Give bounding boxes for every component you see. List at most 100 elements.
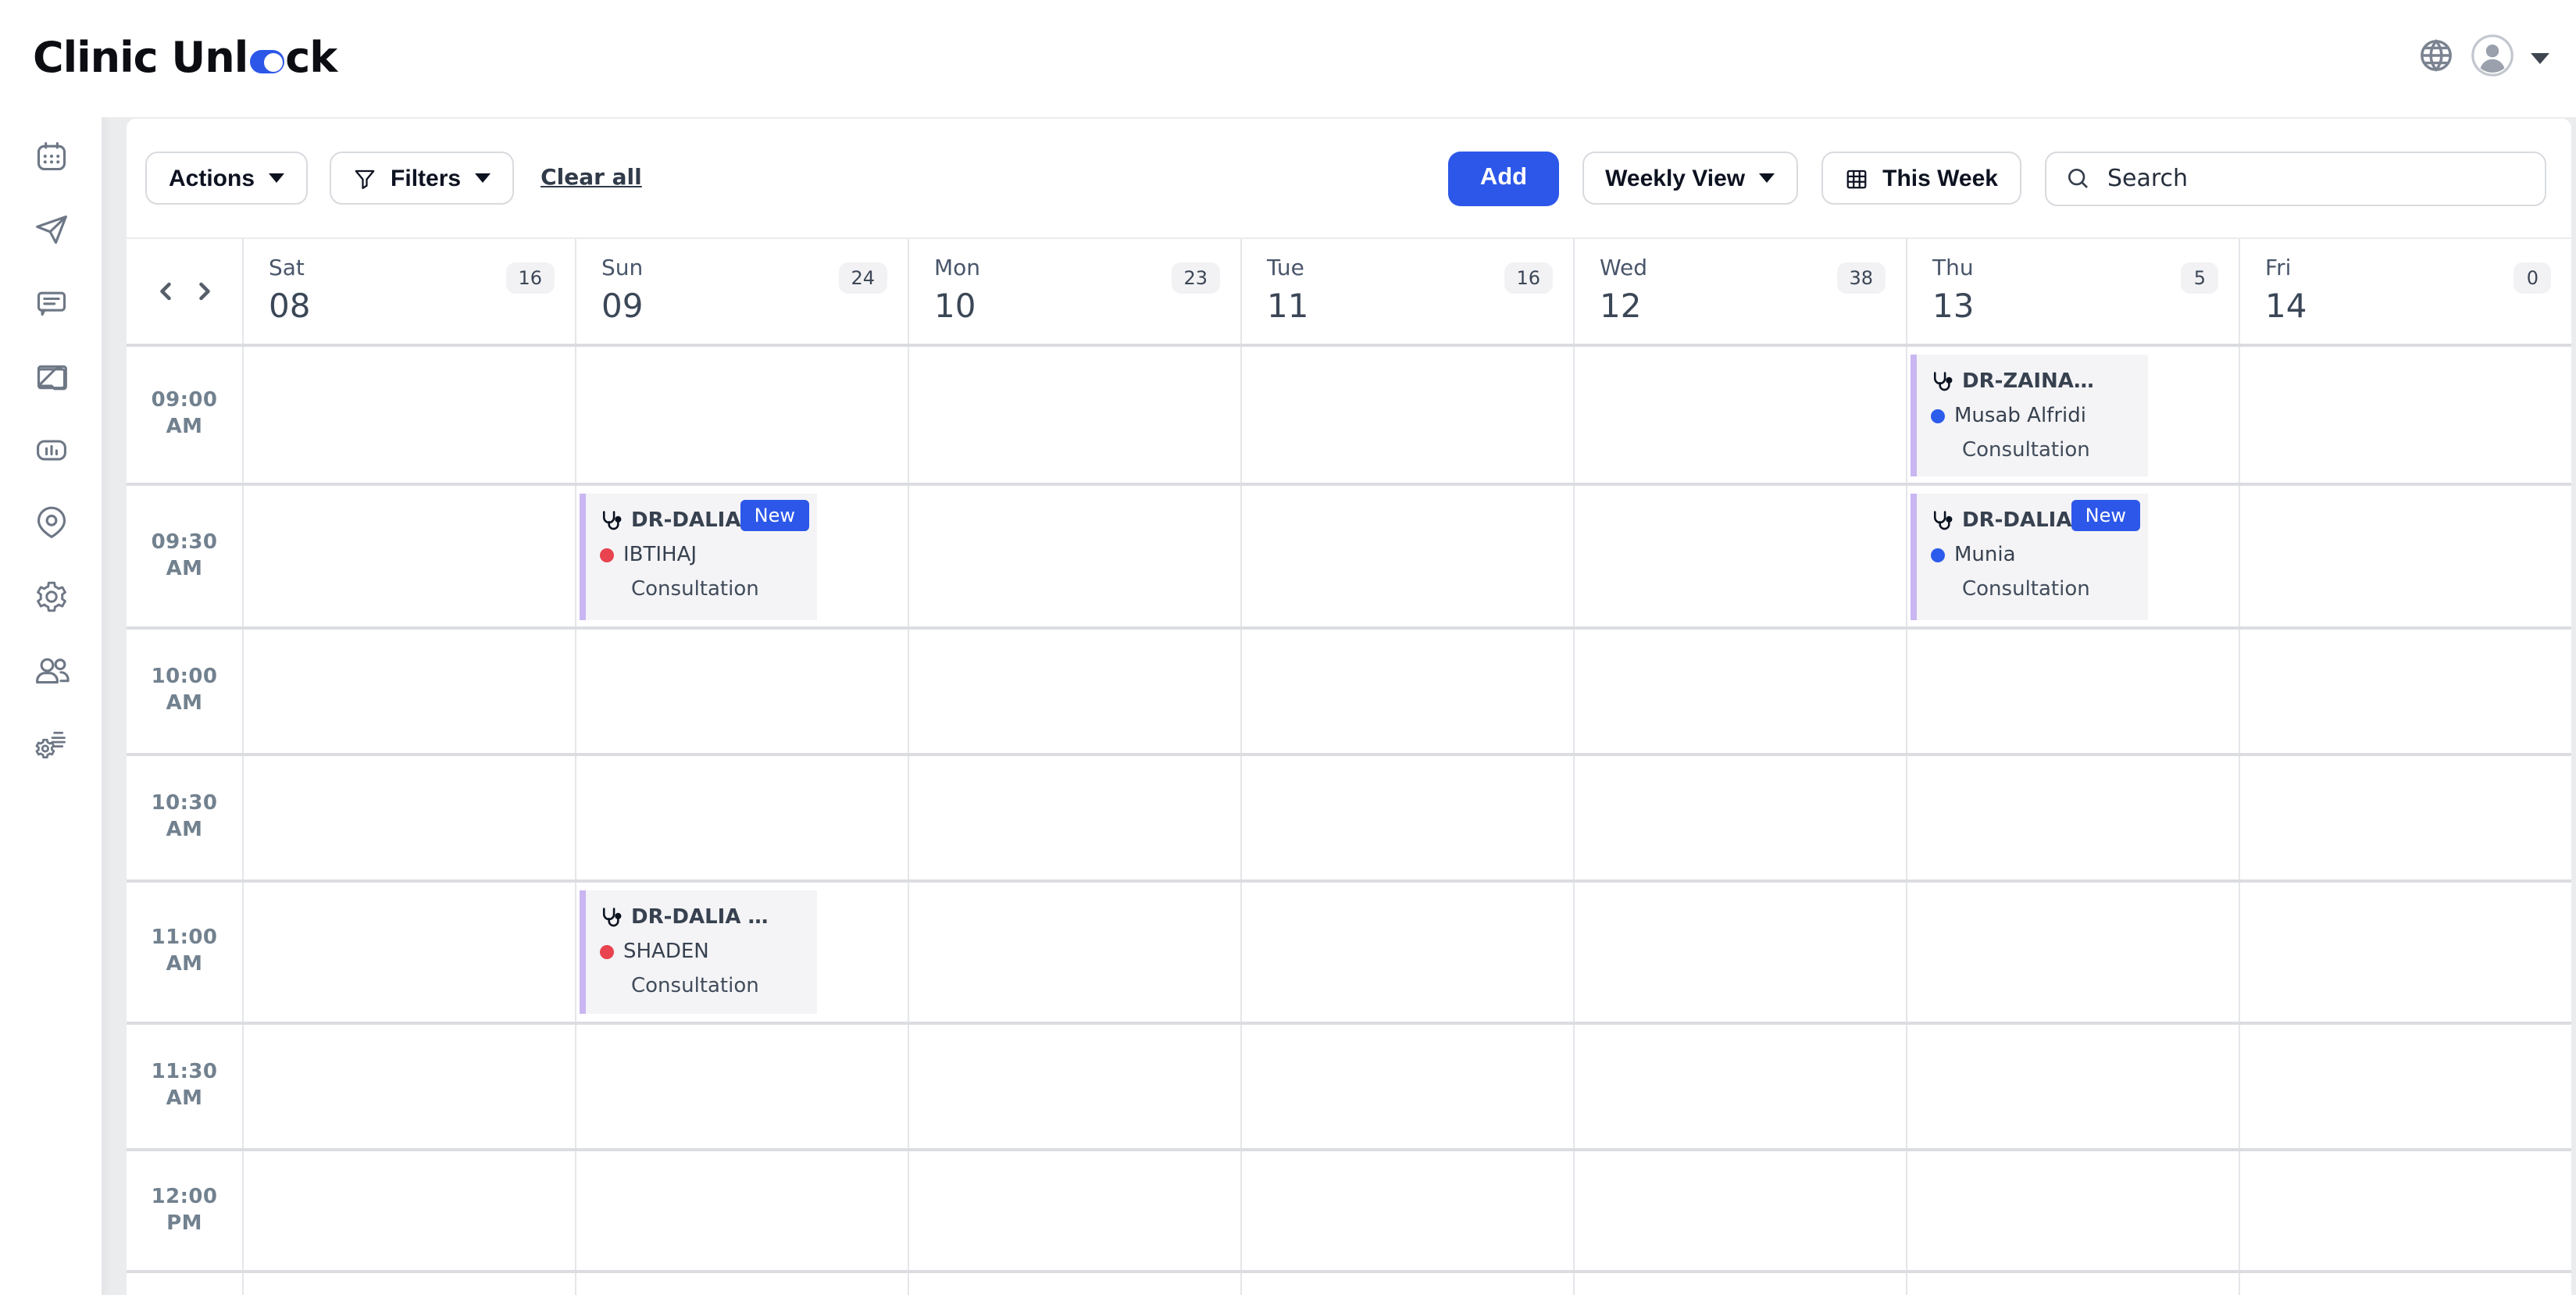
calendar-cell[interactable] — [1240, 1025, 1573, 1148]
calendar-cell[interactable] — [908, 1025, 1240, 1148]
calendar-cell[interactable] — [1573, 347, 1906, 483]
calendar-cell[interactable] — [1906, 1025, 2239, 1148]
appointment-count-badge: 16 — [505, 262, 555, 294]
calendar-cell[interactable] — [908, 347, 1240, 483]
day-header-fri[interactable]: Fri 14 0 — [2239, 239, 2571, 344]
sidebar-item-messages[interactable] — [34, 286, 68, 320]
day-header-wed[interactable]: Wed 12 38 — [1573, 239, 1906, 344]
search-input[interactable] — [2104, 162, 2526, 194]
calendar-cell[interactable] — [1906, 1151, 2239, 1270]
calendar-cell[interactable] — [242, 347, 575, 483]
calendar-cell[interactable] — [242, 486, 575, 626]
calendar-cell[interactable] — [2239, 883, 2571, 1022]
calendar-cell[interactable] — [242, 1273, 575, 1295]
next-week-button[interactable] — [190, 274, 218, 309]
calendar-cell[interactable] — [1573, 1151, 1906, 1270]
calendar-cell[interactable] — [575, 347, 908, 483]
status-dot — [600, 548, 614, 562]
appointment-count-badge: 38 — [1836, 262, 1886, 294]
sidebar-item-locations[interactable] — [34, 506, 68, 540]
sidebar-item-reports[interactable] — [34, 433, 68, 467]
calendar-cell[interactable] — [575, 1025, 908, 1148]
time-label: 10:00AM — [127, 630, 242, 753]
calendar-cell[interactable] — [1906, 756, 2239, 879]
appointment-card[interactable]: DR-DALIA … SHADEN Consultation — [580, 890, 817, 1014]
calendar-grid-icon — [1845, 166, 1868, 190]
calendar-cell[interactable] — [2239, 1273, 2571, 1295]
this-week-button[interactable]: This Week — [1821, 152, 2021, 205]
calendar-cell[interactable] — [1573, 1273, 1906, 1295]
search-icon — [2065, 166, 2090, 191]
view-dropdown[interactable]: Weekly View — [1582, 152, 1798, 205]
calendar-cell[interactable] — [2239, 756, 2571, 879]
calendar-cell[interactable] — [2239, 347, 2571, 483]
day-header-thu[interactable]: Thu 13 5 — [1906, 239, 2239, 344]
calendar-cell[interactable] — [1906, 883, 2239, 1022]
day-header-sat[interactable]: Sat 08 16 — [242, 239, 575, 344]
user-avatar[interactable] — [2471, 34, 2514, 83]
sidebar-item-send[interactable] — [34, 212, 68, 247]
new-badge: New — [2071, 500, 2140, 531]
calendar-cell[interactable] — [908, 1151, 1240, 1270]
day-header-tue[interactable]: Tue 11 16 — [1240, 239, 1573, 344]
calendar-cell[interactable] — [1906, 1273, 2239, 1295]
calendar-cell[interactable] — [908, 756, 1240, 879]
calendar-cell[interactable] — [242, 630, 575, 753]
calendar-cell[interactable] — [1240, 630, 1573, 753]
calendar-cell[interactable] — [242, 1151, 575, 1270]
calendar-cell[interactable] — [242, 883, 575, 1022]
calendar-cell[interactable] — [1240, 883, 1573, 1022]
calendar-cell[interactable] — [908, 1273, 1240, 1295]
calendar-cell[interactable] — [1240, 756, 1573, 879]
calendar-cell[interactable] — [1573, 486, 1906, 626]
actions-dropdown[interactable]: Actions — [145, 152, 308, 205]
appointment-count-badge: 0 — [2514, 262, 2551, 294]
calendar-cell[interactable] — [1906, 630, 2239, 753]
calendar-cell[interactable] — [1573, 1025, 1906, 1148]
appointment-card[interactable]: New DR-DALIA … Munia Consultation — [1911, 494, 2148, 620]
sidebar-item-calendar[interactable] — [34, 139, 68, 173]
chevron-down-icon — [475, 173, 491, 183]
time-label — [127, 1273, 242, 1295]
calendar-cell[interactable] — [1240, 486, 1573, 626]
calendar-cell[interactable] — [1240, 1151, 1573, 1270]
time-row-0900: 09:00AM — [127, 347, 2571, 486]
day-header-mon[interactable]: Mon 10 23 — [908, 239, 1240, 344]
clear-all-link[interactable]: Clear all — [541, 166, 642, 191]
appointment-card[interactable]: DR-ZAINA… Musab Alfridi Consultation — [1911, 355, 2148, 476]
profile-caret-icon[interactable] — [2531, 53, 2549, 64]
calendar-cell[interactable] — [1573, 630, 1906, 753]
calendar-cell[interactable] — [1240, 347, 1573, 483]
prev-week-button[interactable] — [151, 274, 179, 309]
calendar-cell[interactable] — [908, 630, 1240, 753]
add-button[interactable]: Add — [1449, 151, 1558, 205]
calendar-cell[interactable] — [242, 756, 575, 879]
sidebar-item-folder[interactable] — [34, 359, 68, 394]
calendar-cell[interactable] — [2239, 1025, 2571, 1148]
calendar-cell[interactable] — [2239, 1151, 2571, 1270]
calendar-cell[interactable] — [1573, 883, 1906, 1022]
globe-icon[interactable] — [2418, 37, 2454, 80]
status-dot — [1931, 548, 1945, 562]
left-sidebar — [0, 117, 102, 1295]
time-row-1030: 10:30AM — [127, 756, 2571, 883]
calendar-cell[interactable] — [242, 1025, 575, 1148]
appointment-card[interactable]: New DR-DALIA … IBTIHAJ Consultation — [580, 494, 817, 620]
day-header-sun[interactable]: Sun 09 24 — [575, 239, 908, 344]
calendar-cell[interactable] — [908, 486, 1240, 626]
calendar-cell[interactable] — [1240, 1273, 1573, 1295]
calendar-cell[interactable] — [575, 756, 908, 879]
calendar-cell[interactable] — [908, 883, 1240, 1022]
time-label: 12:00PM — [127, 1151, 242, 1270]
status-dot — [1931, 408, 1945, 423]
filters-dropdown[interactable]: Filters — [330, 152, 514, 205]
calendar-cell[interactable] — [575, 630, 908, 753]
sidebar-item-users[interactable] — [32, 653, 70, 687]
calendar-cell[interactable] — [2239, 630, 2571, 753]
calendar-cell[interactable] — [1573, 756, 1906, 879]
sidebar-item-settings[interactable] — [34, 580, 68, 614]
calendar-cell[interactable] — [575, 1151, 908, 1270]
calendar-cell[interactable] — [2239, 486, 2571, 626]
calendar-cell[interactable] — [575, 1273, 908, 1295]
sidebar-item-system-settings[interactable] — [34, 726, 68, 761]
